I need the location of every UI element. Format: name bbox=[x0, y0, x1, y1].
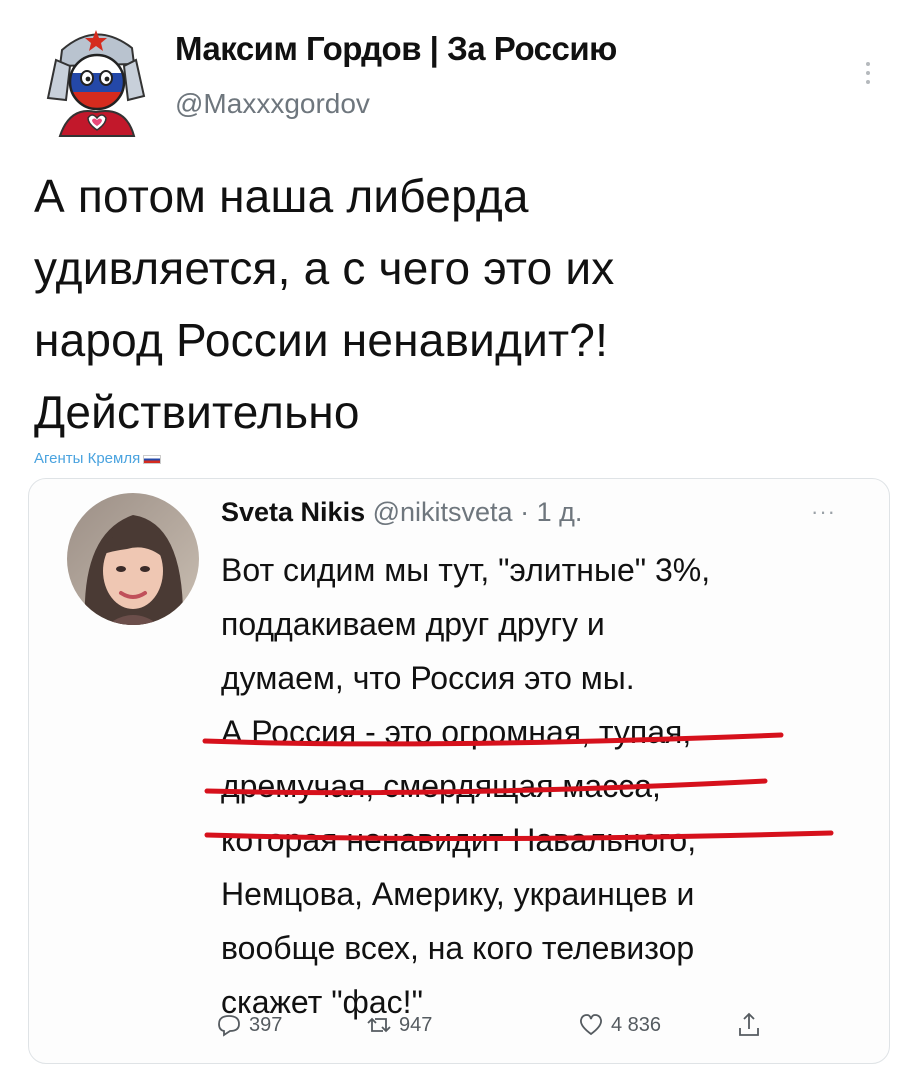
quoted-tweet-card[interactable]: Sveta Nikis @nikitsveta · 1 д. ··· Вот с… bbox=[28, 478, 890, 1064]
heart-icon bbox=[580, 1014, 602, 1036]
quoted-text-line: думаем, что Россия это мы. bbox=[221, 660, 635, 696]
quoted-text-line: Вот сидим мы тут, "элитные" 3%, bbox=[221, 552, 711, 588]
author-avatar[interactable] bbox=[40, 20, 152, 138]
quoted-text-line: вообще всех, на кого телевизор bbox=[221, 930, 695, 966]
reply-button[interactable]: 397 bbox=[215, 1005, 282, 1045]
quoted-more-icon[interactable]: ··· bbox=[811, 499, 836, 525]
like-button[interactable]: 4 836 bbox=[577, 1005, 661, 1045]
quoted-header: Sveta Nikis @nikitsveta · 1 д. bbox=[221, 497, 582, 528]
retweet-button[interactable]: 947 bbox=[365, 1005, 432, 1045]
quoted-text-line: Немцова, Америку, украинцев и bbox=[221, 876, 695, 912]
avatar-photo bbox=[67, 493, 199, 625]
tweet-text-line: удивляется, а с чего это их bbox=[34, 242, 615, 294]
author-handle[interactable]: @Maxxxgordov bbox=[175, 88, 370, 120]
share-icon bbox=[739, 1012, 759, 1036]
tweet-text-line: народ России ненавидит?! bbox=[34, 314, 609, 366]
quoted-author-handle[interactable]: @nikitsveta bbox=[373, 497, 513, 527]
share-button[interactable] bbox=[735, 1005, 763, 1045]
quoted-time[interactable]: 1 д. bbox=[537, 497, 583, 527]
quoted-separator: · bbox=[520, 497, 530, 527]
tweet-text-line: Действительно bbox=[34, 386, 360, 438]
quoted-text-line: которая ненавидит Навального, bbox=[221, 822, 697, 858]
retweet-count: 947 bbox=[399, 1013, 433, 1036]
source-label-text[interactable]: Агенты Кремля bbox=[34, 450, 140, 467]
reply-icon bbox=[218, 1015, 240, 1037]
reply-count: 397 bbox=[249, 1013, 283, 1036]
tweet-text-line: А потом наша либерда bbox=[34, 170, 529, 222]
source-label[interactable]: Агенты Кремля bbox=[34, 450, 162, 467]
action-bar: 397 947 4 836 bbox=[215, 1005, 815, 1045]
tweet-screenshot: Максим Гордов | За Россию @Maxxxgordov А… bbox=[0, 0, 916, 1080]
russia-flag-icon bbox=[143, 454, 162, 464]
quoted-author-name[interactable]: Sveta Nikis bbox=[221, 497, 365, 527]
quoted-text-line: А Россия - это огромная, тупая, bbox=[221, 714, 692, 750]
quoted-text-line: поддакиваем друг другу и bbox=[221, 606, 605, 642]
quoted-author-avatar[interactable] bbox=[67, 493, 199, 625]
quoted-text-line: дремучая, смердящая масса, bbox=[221, 768, 661, 804]
more-options-icon[interactable] bbox=[858, 62, 878, 102]
like-count: 4 836 bbox=[611, 1013, 662, 1036]
quoted-text: Вот сидим мы тут, "элитные" 3%, поддакив… bbox=[221, 543, 881, 1029]
retweet-icon bbox=[367, 1017, 391, 1033]
tweet-text: А потом наша либерда удивляется, а с чег… bbox=[34, 160, 864, 448]
author-name[interactable]: Максим Гордов | За Россию bbox=[175, 30, 617, 68]
avatar-illustration bbox=[46, 30, 146, 137]
